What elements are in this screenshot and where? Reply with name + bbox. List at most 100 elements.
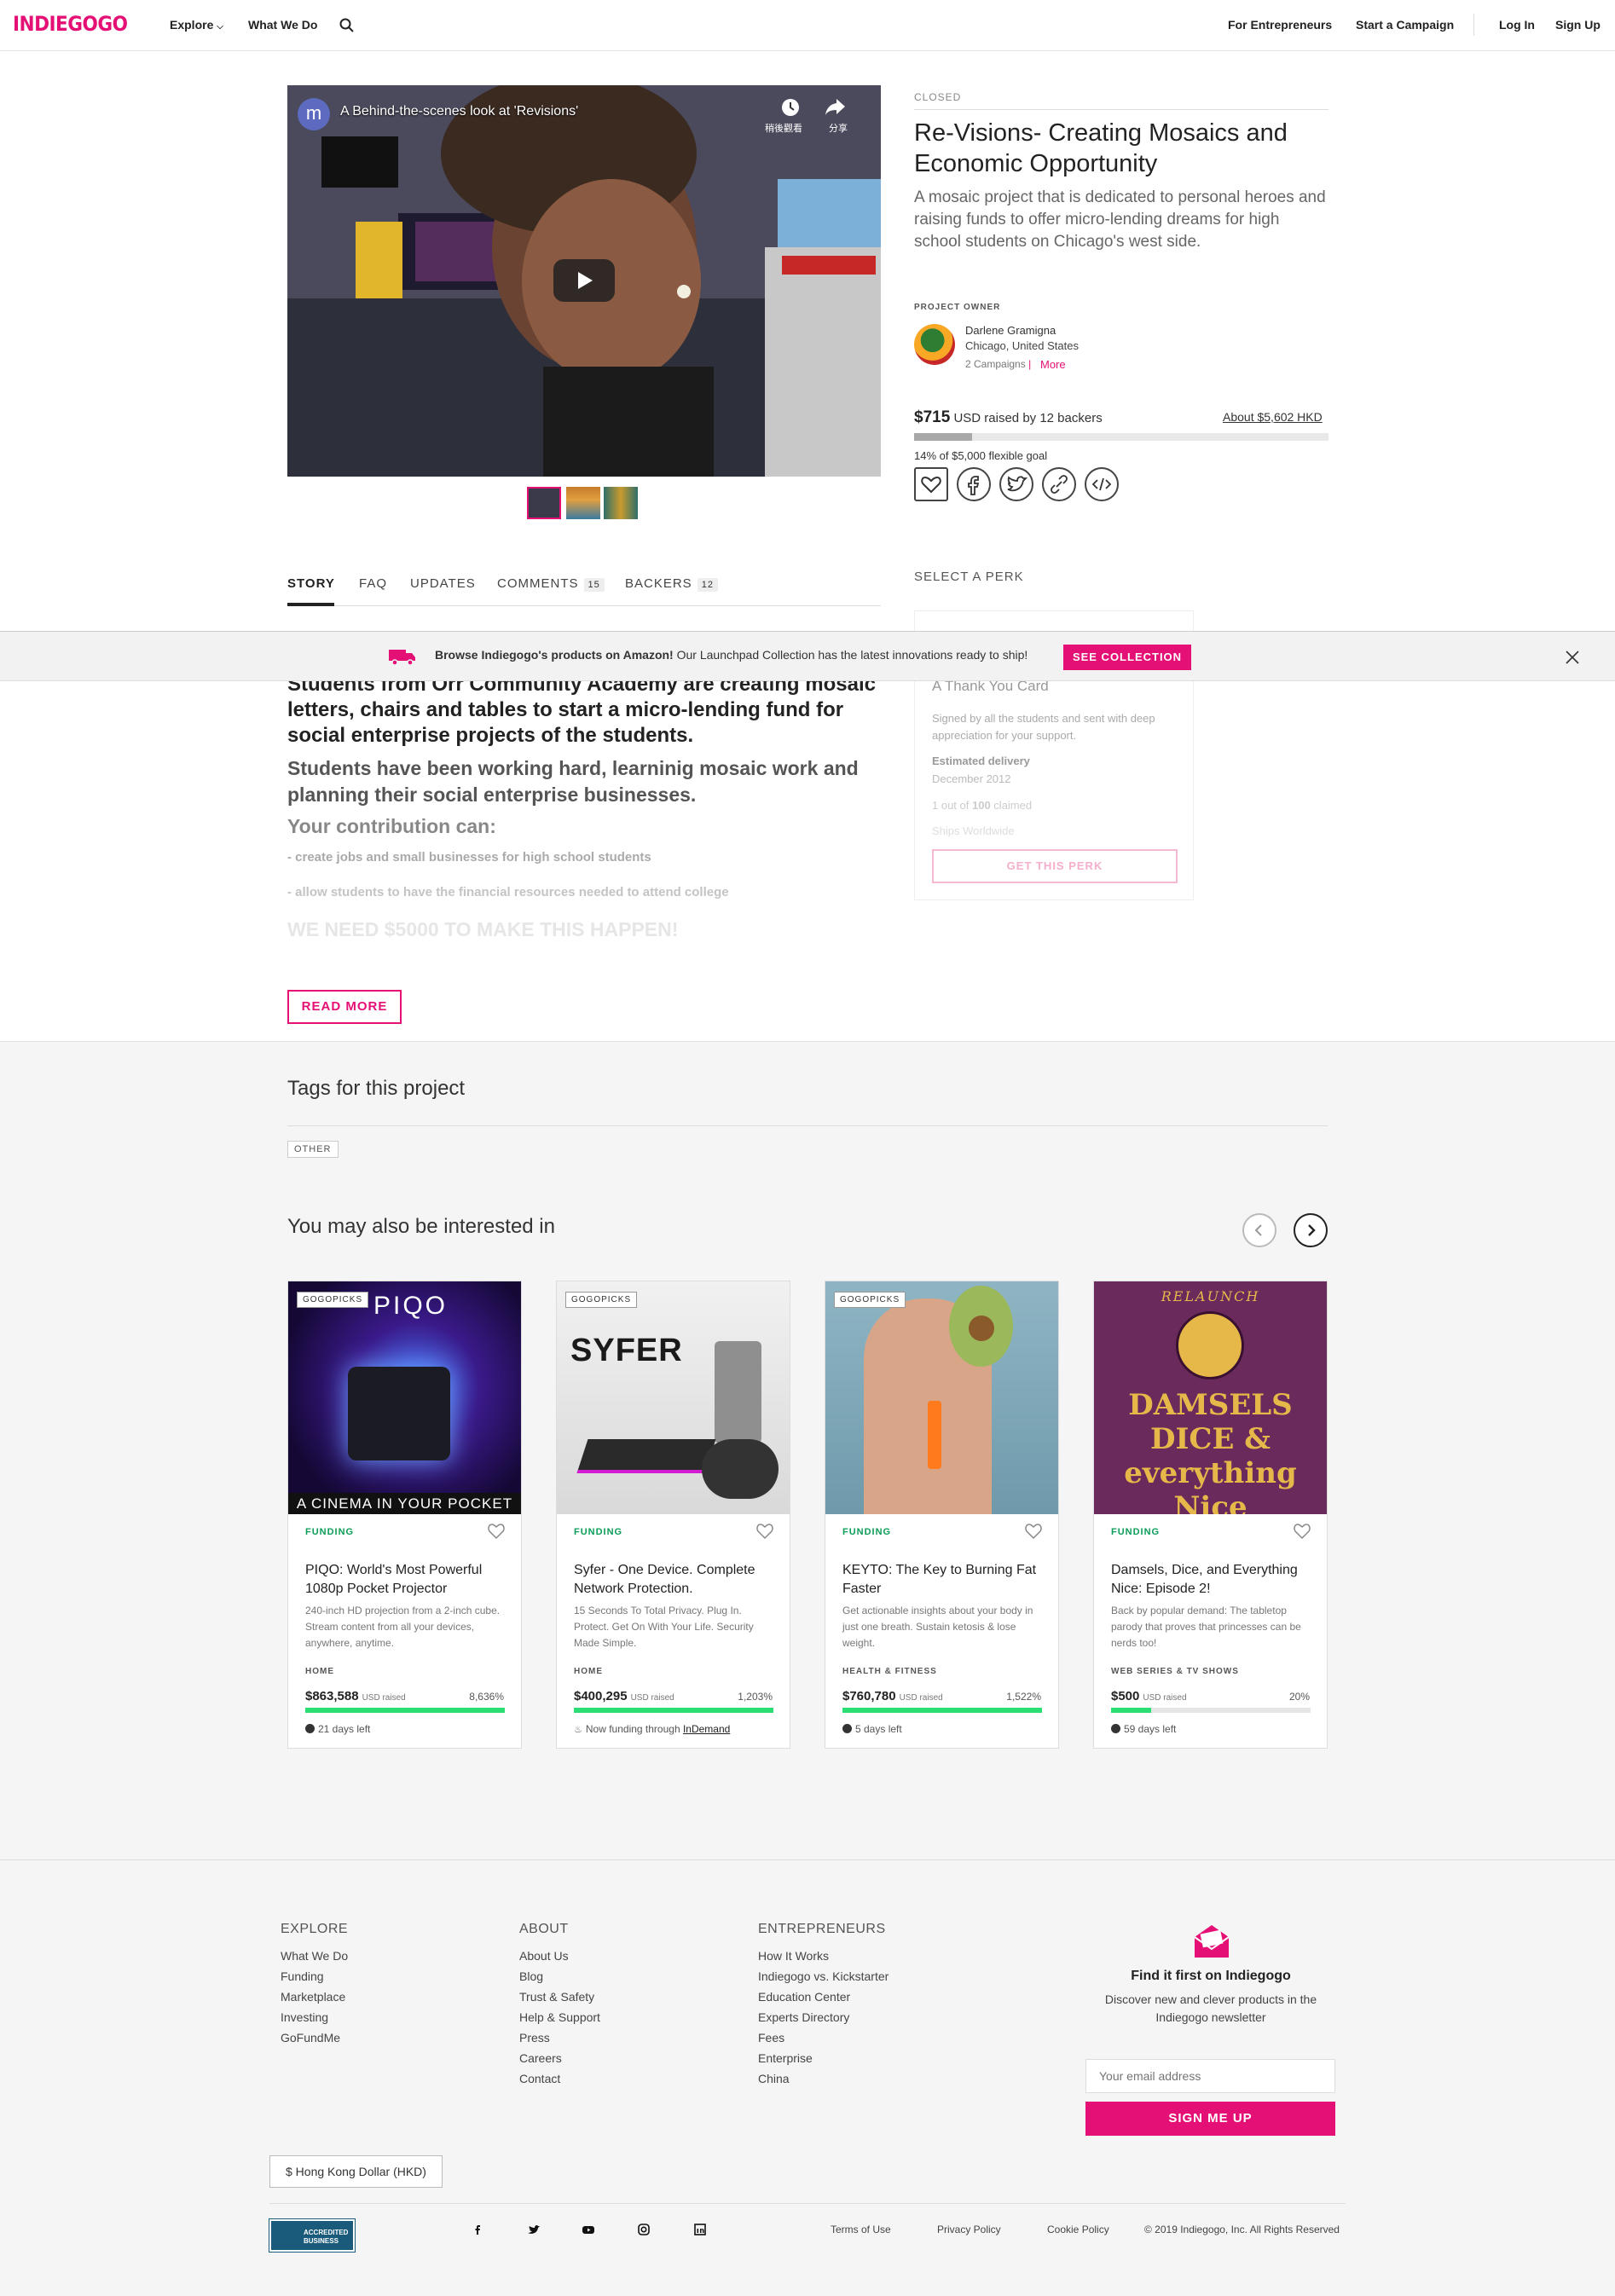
channel-avatar[interactable]: m [298,98,330,130]
campaign-card[interactable]: RELAUNCH DAMSELS DICE & everything Nice … [1093,1281,1328,1749]
media-thumbnail[interactable] [566,487,600,519]
tab-comments[interactable]: COMMENTS 15 [497,576,605,592]
currency-selector[interactable]: $ Hong Kong Dollar (HKD) [269,2155,443,2188]
nav-start-campaign[interactable]: Start a Campaign [1356,18,1454,32]
carousel-next-button[interactable] [1294,1213,1328,1247]
nav-log-in[interactable]: Log In [1499,18,1535,32]
embed-button[interactable] [1085,467,1119,501]
chevron-right-icon [1308,1224,1316,1236]
card-image-brand: SYFER [570,1333,683,1368]
follow-heart-button[interactable] [914,467,948,501]
footer-heading-about: ABOUT [519,1922,569,1936]
tag-pill[interactable]: OTHER [287,1141,339,1158]
video-title[interactable]: A Behind-the-scenes look at 'Revisions' [340,104,578,119]
facebook-icon[interactable] [470,2222,485,2237]
router-shape [576,1439,716,1473]
close-icon[interactable] [1566,651,1579,664]
copy-link-button[interactable] [1042,467,1076,501]
get-perk-button[interactable]: GET THIS PERK [932,849,1178,883]
facebook-share-button[interactable] [957,467,991,501]
card-image-brand: PIQO [373,1292,449,1320]
carousel-prev-button[interactable] [1242,1213,1276,1247]
footer-link[interactable]: Press [519,2027,600,2048]
card-title[interactable]: PIQO: World's Most Powerful 1080p Pocket… [305,1561,510,1599]
footer-link[interactable]: China [758,2068,889,2089]
card-blurb: Get actionable insights about your body … [842,1605,1033,1649]
sign-me-up-button[interactable]: SIGN ME UP [1085,2102,1335,2136]
embed-code-icon [1091,477,1112,491]
nav-explore[interactable]: Explore ⌵ [170,18,223,32]
privacy-link[interactable]: Privacy Policy [937,2224,1001,2235]
footer-link[interactable]: Fees [758,2027,889,2048]
instagram-icon[interactable] [636,2222,651,2237]
card-progress-bar [574,1708,773,1713]
heart-icon[interactable] [755,1523,774,1540]
footer-link[interactable]: Investing [281,2007,348,2027]
email-field[interactable] [1085,2059,1335,2093]
footer-link[interactable]: Careers [519,2048,600,2068]
media-thumbnail[interactable] [527,487,561,519]
card-progress-bar [842,1708,1042,1713]
share-icon[interactable] [825,97,847,116]
owner-more-link[interactable]: More [1040,358,1066,371]
card-title[interactable]: Syfer - One Device. Complete Network Pro… [574,1561,779,1599]
tab-backers[interactable]: BACKERS 12 [625,576,718,592]
footer-link[interactable]: Enterprise [758,2048,889,2068]
card-title[interactable]: KEYTO: The Key to Burning Fat Faster [842,1561,1047,1599]
footer-link[interactable]: Indiegogo vs. Kickstarter [758,1966,889,1987]
linkedin-icon[interactable] [692,2222,708,2237]
search-icon[interactable] [339,18,355,33]
nav-for-entrepreneurs[interactable]: For Entrepreneurs [1228,18,1332,32]
gogopicks-badge: GOGOPICKS [834,1292,906,1308]
clock-icon[interactable] [780,97,801,118]
nav-sign-up[interactable]: Sign Up [1555,18,1601,32]
footer-link[interactable]: How It Works [758,1946,889,1966]
footer-link[interactable]: Contact [519,2068,600,2089]
footer-link[interactable]: What We Do [281,1946,348,1966]
owner-avatar[interactable] [914,324,955,365]
goal-text: 14% of $5,000 flexible goal [914,449,1048,462]
twitter-icon[interactable] [526,2222,541,2237]
cookie-link[interactable]: Cookie Policy [1047,2224,1109,2235]
footer-link[interactable]: Trust & Safety [519,1987,600,2007]
tab-story[interactable]: STORY [287,576,335,591]
campaign-card[interactable]: SYFER GOGOPICKS FUNDING Syfer - One Devi… [556,1281,790,1749]
tab-updates[interactable]: UPDATES [410,576,476,591]
footer-link[interactable]: About Us [519,1946,600,1966]
heart-icon[interactable] [1293,1523,1311,1540]
footer-link[interactable]: Help & Support [519,2007,600,2027]
media-thumbnail[interactable] [604,487,638,519]
amount-raised: $715 USD raised by 12 backers [914,408,1103,426]
card-status: FUNDING [1111,1527,1161,1537]
heart-icon[interactable] [487,1523,506,1540]
nav-what-we-do[interactable]: What We Do [248,18,317,32]
watch-later-label: 稍後觀看 [765,124,802,134]
headphones-shape [702,1439,779,1499]
project-video[interactable]: m A Behind-the-scenes look at 'Revisions… [287,85,881,477]
funding-progress-bar [914,433,1328,441]
indemand-link[interactable]: InDemand [683,1723,730,1735]
twitter-share-button[interactable] [999,467,1033,501]
avocado-pit-shape [969,1316,994,1341]
card-title[interactable]: Damsels, Dice, and Everything Nice: Epis… [1111,1561,1316,1599]
footer-link[interactable]: Experts Directory [758,2007,889,2027]
indiegogo-logo[interactable]: INDIEGOGO [13,12,128,36]
read-more-button[interactable]: READ MORE [287,990,402,1024]
footer-link[interactable]: Blog [519,1966,600,1987]
campaign-card[interactable]: GOGOPICKS FUNDING KEYTO: The Key to Burn… [825,1281,1059,1749]
chevron-left-icon [1254,1224,1262,1236]
campaign-card[interactable]: PIQO A CINEMA IN YOUR POCKET GOGOPICKS F… [287,1281,522,1749]
tab-faq[interactable]: FAQ [359,576,387,591]
owner-name[interactable]: Darlene Gramigna [965,324,1056,337]
converted-amount[interactable]: About $5,602 HKD [1223,410,1323,424]
bbb-accredited-badge[interactable]: ACCREDITED BUSINESS [269,2218,356,2253]
footer-link[interactable]: Marketplace [281,1987,348,2007]
card-amount: $760,780 USD raised [842,1689,943,1703]
footer-link[interactable]: GoFundMe [281,2027,348,2048]
see-collection-button[interactable]: SEE COLLECTION [1063,645,1191,670]
heart-icon[interactable] [1024,1523,1043,1540]
terms-link[interactable]: Terms of Use [831,2224,891,2235]
footer-link[interactable]: Education Center [758,1987,889,2007]
youtube-icon[interactable] [581,2222,596,2237]
footer-link[interactable]: Funding [281,1966,348,1987]
